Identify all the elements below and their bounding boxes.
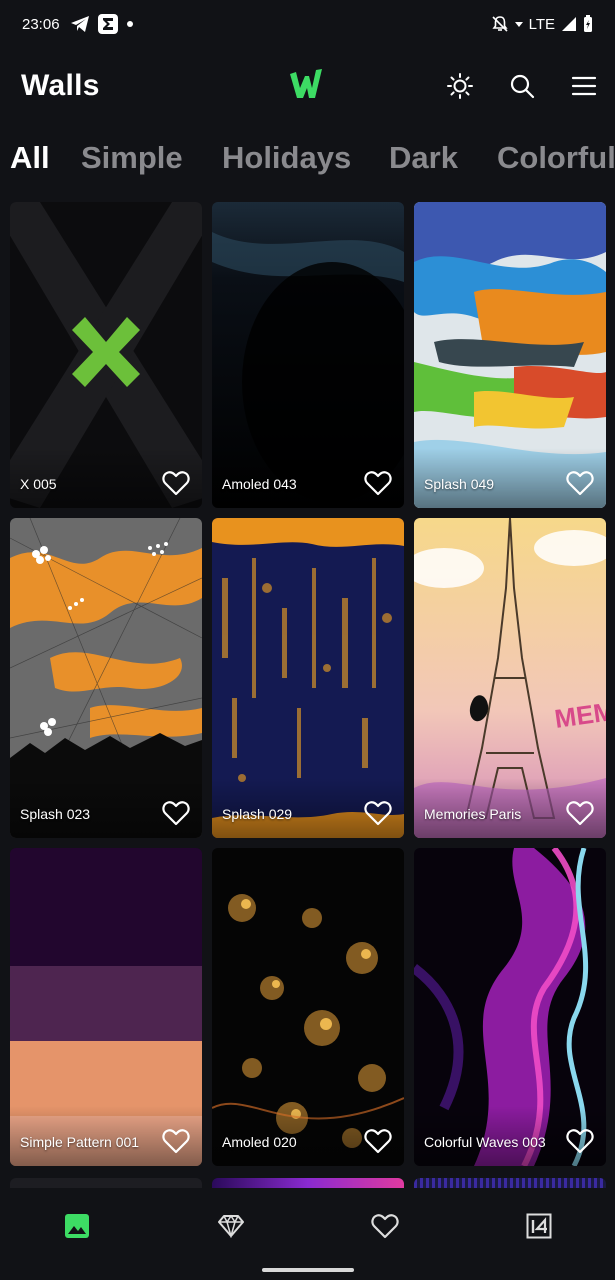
search-icon [510, 74, 535, 99]
nav-premium[interactable] [211, 1210, 251, 1242]
wallpaper-name: Splash 029 [222, 806, 293, 822]
telegram-icon [70, 16, 89, 32]
favorite-heart-icon[interactable] [566, 1128, 594, 1154]
app-bar: Walls [0, 58, 615, 114]
wallpaper-card[interactable]: MEMO Memories Paris [414, 518, 606, 838]
favorite-heart-icon[interactable] [364, 1128, 392, 1154]
status-bar: 23:06 LTE [0, 0, 615, 48]
search-button[interactable] [506, 70, 538, 102]
wallpaper-card[interactable]: Simple Pattern 001 [10, 848, 202, 1166]
bottom-navigation [0, 1188, 615, 1280]
status-system-icons: LTE [491, 15, 593, 33]
wifi-arrow-icon [514, 22, 523, 27]
battery-icon [584, 15, 592, 32]
theme-toggle-button[interactable] [444, 70, 476, 102]
favorite-heart-icon[interactable] [162, 470, 190, 496]
tab-all[interactable]: All [10, 140, 50, 176]
wallpaper-name: Amoled 043 [222, 476, 297, 492]
wallpaper-name: Splash 049 [424, 476, 495, 492]
category-tabs: All Simple Holidays Dark Colorful [0, 140, 615, 186]
wallpapers-icon [65, 1214, 89, 1238]
favorite-heart-icon[interactable] [162, 1128, 190, 1154]
favorite-heart-icon[interactable] [364, 800, 392, 826]
wallpaper-card[interactable]: Amoled 043 [212, 202, 404, 508]
wallpaper-card[interactable]: X 005 [10, 202, 202, 508]
dot-icon [126, 21, 133, 27]
wallpaper-name: Simple Pattern 001 [20, 1134, 140, 1150]
wallpaper-name: Amoled 020 [222, 1134, 297, 1150]
status-time: 23:06 [22, 15, 60, 33]
nav-favorites[interactable] [365, 1210, 405, 1242]
wallpaper-card[interactable]: Splash 023 [10, 518, 202, 838]
favorites-heart-icon [371, 1214, 399, 1239]
wallpaper-card[interactable]: Splash 029 [212, 518, 404, 838]
wallpaper-card-partial[interactable] [212, 1178, 404, 1188]
gesture-home-bar[interactable] [262, 1268, 354, 1272]
menu-icon [571, 76, 597, 96]
tab-holidays[interactable]: Holidays [222, 140, 351, 176]
wallpaper-card[interactable]: Splash 049 [414, 202, 606, 508]
wallpaper-name: Splash 023 [20, 806, 91, 822]
favorite-heart-icon[interactable] [364, 470, 392, 496]
premium-diamond-icon [218, 1214, 244, 1238]
favorite-heart-icon[interactable] [566, 800, 594, 826]
wallpaper-card-partial[interactable] [414, 1178, 606, 1188]
signal-icon [562, 17, 576, 31]
wallpaper-name: Colorful Waves 003 [424, 1134, 546, 1150]
tab-simple[interactable]: Simple [81, 140, 183, 176]
wallpaper-name: X 005 [20, 476, 57, 492]
app-title: Walls [21, 69, 100, 102]
walls-logo-icon [290, 69, 322, 98]
wallpaper-card[interactable]: Colorful Waves 003 [414, 848, 606, 1166]
sigma-app-icon [97, 14, 118, 34]
wallpaper-name: Memories Paris [424, 806, 522, 822]
wallpaper-card-partial[interactable] [10, 1178, 202, 1188]
status-notification-icons [70, 14, 134, 34]
widget-14-icon [526, 1213, 552, 1239]
tab-colorful[interactable]: Colorful [497, 140, 615, 176]
wallpaper-card[interactable]: Amoled 020 [212, 848, 404, 1166]
favorite-heart-icon[interactable] [162, 800, 190, 826]
nav-widgets[interactable] [519, 1210, 559, 1242]
nav-wallpapers[interactable] [57, 1210, 97, 1242]
brightness-icon [447, 73, 473, 99]
bell-off-icon [491, 16, 508, 32]
tab-dark[interactable]: Dark [389, 140, 458, 176]
wallpaper-grid: X 005 Amoled 043 Splash 049 Splash 023 S… [0, 201, 615, 1188]
favorite-heart-icon[interactable] [566, 470, 594, 496]
menu-button[interactable] [568, 70, 600, 102]
network-type: LTE [528, 15, 555, 33]
